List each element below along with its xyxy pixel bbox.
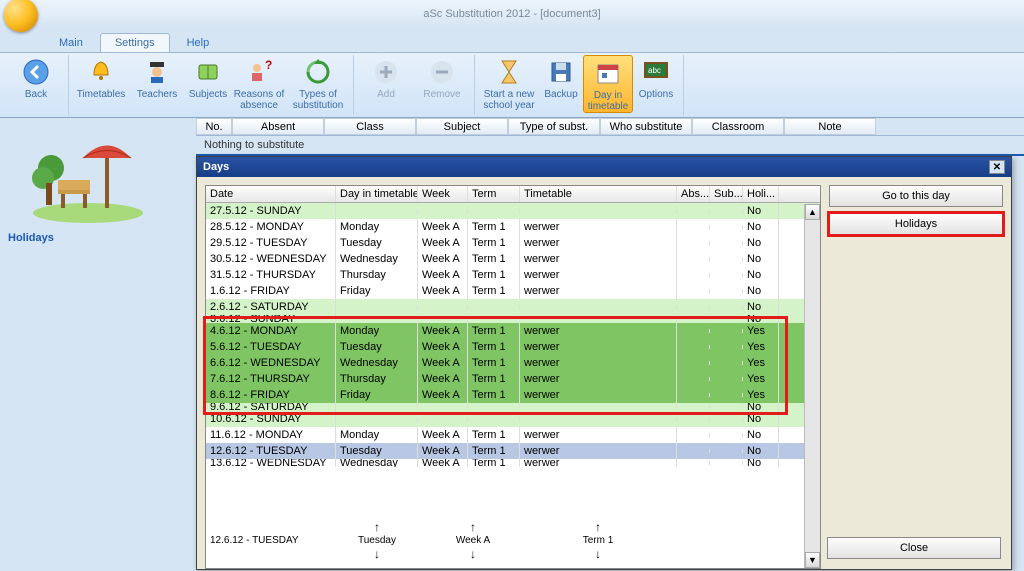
minus-icon bbox=[427, 57, 457, 87]
col-abs[interactable]: Abs... bbox=[677, 186, 710, 202]
options-button[interactable]: abcOptions bbox=[633, 55, 679, 100]
table-row[interactable]: 4.6.12 - MONDAYMondayWeek ATerm 1werwerY… bbox=[206, 323, 820, 339]
holidays-button[interactable]: Holidays bbox=[829, 213, 1003, 235]
hourglass-icon bbox=[494, 57, 524, 87]
table-row[interactable]: 2.6.12 - SATURDAYNo bbox=[206, 299, 820, 315]
teacher-icon bbox=[142, 57, 172, 87]
table-row[interactable]: 9.6.12 - SATURDAYNo bbox=[206, 403, 820, 411]
plus-icon bbox=[371, 57, 401, 87]
bg-columns: No. Absent Class Subject Type of subst. … bbox=[196, 118, 1024, 136]
remove-button: Remove bbox=[414, 55, 470, 100]
back-button[interactable]: Back bbox=[8, 55, 64, 100]
table-row[interactable]: 12.6.12 - TUESDAYTuesdayWeek ATerm 1werw… bbox=[206, 443, 820, 459]
dialog-right-buttons: Go to this day Holidays bbox=[829, 185, 1003, 569]
bgcol-absent[interactable]: Absent bbox=[232, 118, 324, 135]
close-icon[interactable]: ✕ bbox=[989, 160, 1005, 174]
table-row[interactable]: 3.6.12 - SUNDAYNo bbox=[206, 315, 820, 323]
table-row[interactable]: 10.6.12 - SUNDAYNo bbox=[206, 411, 820, 427]
nav-date: 12.6.12 - TUESDAY bbox=[210, 535, 299, 546]
col-day[interactable]: Day in timetable bbox=[336, 186, 418, 202]
svg-text:?: ? bbox=[265, 59, 272, 72]
title-bar: aSc Substitution 2012 - [document3] bbox=[0, 0, 1024, 28]
disk-icon bbox=[546, 57, 576, 87]
content-area: No. Absent Class Subject Type of subst. … bbox=[196, 118, 1024, 571]
bgcol-no[interactable]: No. bbox=[196, 118, 232, 135]
table-row[interactable]: 5.6.12 - TUESDAYTuesdayWeek ATerm 1werwe… bbox=[206, 339, 820, 355]
tab-main[interactable]: Main bbox=[44, 33, 98, 52]
holidays-scene-icon bbox=[8, 126, 168, 226]
timetables-button[interactable]: Timetables bbox=[73, 55, 129, 100]
subjects-button[interactable]: Subjects bbox=[185, 55, 231, 100]
bgcol-note[interactable]: Note bbox=[784, 118, 876, 135]
bgcol-type[interactable]: Type of subst. bbox=[508, 118, 600, 135]
bgcol-class[interactable]: Class bbox=[324, 118, 416, 135]
ribbon: Back Timetables Teachers Subjects ?Reaso… bbox=[0, 52, 1024, 118]
nav-week: Week A bbox=[456, 535, 490, 546]
tab-help[interactable]: Help bbox=[172, 33, 225, 52]
dialog-titlebar: Days ✕ bbox=[197, 157, 1011, 177]
table-row[interactable]: 30.5.12 - WEDNESDAYWednesdayWeek ATerm 1… bbox=[206, 251, 820, 267]
svg-text:abc: abc bbox=[648, 66, 661, 75]
nav-term: Term 1 bbox=[583, 535, 614, 546]
teachers-button[interactable]: Teachers bbox=[129, 55, 185, 100]
day-up-button[interactable]: ↑ bbox=[374, 521, 380, 533]
days-dialog: Days ✕ Date Day in timetable Week Term T… bbox=[196, 156, 1012, 570]
col-sub[interactable]: Sub... bbox=[710, 186, 743, 202]
back-arrow-icon bbox=[21, 57, 51, 87]
book-icon bbox=[193, 57, 223, 87]
term-down-button[interactable]: ↓ bbox=[595, 548, 601, 560]
table-row[interactable]: 27.5.12 - SUNDAYNo bbox=[206, 203, 820, 219]
nav-row: 12.6.12 - TUESDAY ↑ Tuesday ↓ ↑ Week A ↓ bbox=[206, 503, 820, 568]
scroll-down-button[interactable]: ▼ bbox=[805, 552, 820, 568]
day-in-timetable-button[interactable]: Day in timetable bbox=[583, 55, 633, 113]
types-button[interactable]: Types of substitution bbox=[287, 55, 349, 111]
add-button: Add bbox=[358, 55, 414, 100]
backup-button[interactable]: Backup bbox=[539, 55, 583, 100]
dialog-title: Days bbox=[203, 161, 229, 173]
goto-day-button[interactable]: Go to this day bbox=[829, 185, 1003, 207]
bg-nothing-msg: Nothing to substitute bbox=[196, 136, 1024, 156]
term-up-button[interactable]: ↑ bbox=[595, 521, 601, 533]
bgcol-subject[interactable]: Subject bbox=[416, 118, 508, 135]
close-button[interactable]: Close bbox=[827, 537, 1001, 559]
table-row[interactable]: 31.5.12 - THURSDAYThursdayWeek ATerm 1we… bbox=[206, 267, 820, 283]
table-row[interactable]: 29.5.12 - TUESDAYTuesdayWeek ATerm 1werw… bbox=[206, 235, 820, 251]
week-up-button[interactable]: ↑ bbox=[470, 521, 476, 533]
side-panel: Holidays bbox=[0, 118, 196, 571]
new-year-button[interactable]: Start a new school year bbox=[479, 55, 539, 111]
recycle-icon bbox=[303, 57, 333, 87]
col-timetable[interactable]: Timetable bbox=[520, 186, 677, 202]
days-grid[interactable]: Date Day in timetable Week Term Timetabl… bbox=[205, 185, 821, 569]
workspace: Holidays No. Absent Class Subject Type o… bbox=[0, 118, 1024, 571]
col-term[interactable]: Term bbox=[468, 186, 520, 202]
grid-scrollbar[interactable]: ▲ ▼ bbox=[804, 204, 820, 568]
menu-bar: Main Settings Help bbox=[0, 28, 1024, 52]
grid-header: Date Day in timetable Week Term Timetabl… bbox=[206, 186, 820, 203]
col-hol[interactable]: Holi... bbox=[743, 186, 779, 202]
table-row[interactable]: 6.6.12 - WEDNESDAYWednesdayWeek ATerm 1w… bbox=[206, 355, 820, 371]
week-down-button[interactable]: ↓ bbox=[470, 548, 476, 560]
calendar-day-icon bbox=[593, 58, 623, 88]
day-down-button[interactable]: ↓ bbox=[374, 548, 380, 560]
col-week[interactable]: Week bbox=[418, 186, 468, 202]
person-question-icon: ? bbox=[244, 57, 274, 87]
scroll-up-button[interactable]: ▲ bbox=[805, 204, 820, 220]
table-row[interactable]: 13.6.12 - WEDNESDAYWednesdayWeek ATerm 1… bbox=[206, 459, 820, 467]
table-row[interactable]: 28.5.12 - MONDAYMondayWeek ATerm 1werwer… bbox=[206, 219, 820, 235]
bgcol-classroom[interactable]: Classroom bbox=[692, 118, 784, 135]
reasons-button[interactable]: ?Reasons of absence bbox=[231, 55, 287, 111]
col-date[interactable]: Date bbox=[206, 186, 336, 202]
blackboard-icon: abc bbox=[641, 57, 671, 87]
table-row[interactable]: 11.6.12 - MONDAYMondayWeek ATerm 1werwer… bbox=[206, 427, 820, 443]
nav-day: Tuesday bbox=[358, 535, 396, 546]
side-label-holidays: Holidays bbox=[8, 232, 188, 244]
table-row[interactable]: 7.6.12 - THURSDAYThursdayWeek ATerm 1wer… bbox=[206, 371, 820, 387]
bell-icon bbox=[86, 57, 116, 87]
grid-body[interactable]: 27.5.12 - SUNDAYNo28.5.12 - MONDAYMonday… bbox=[206, 203, 820, 467]
tab-settings[interactable]: Settings bbox=[100, 33, 170, 52]
table-row[interactable]: 8.6.12 - FRIDAYFridayWeek ATerm 1werwerY… bbox=[206, 387, 820, 403]
app-title: aSc Substitution 2012 - [document3] bbox=[423, 8, 600, 20]
table-row[interactable]: 1.6.12 - FRIDAYFridayWeek ATerm 1werwerN… bbox=[206, 283, 820, 299]
bgcol-who[interactable]: Who substitute bbox=[600, 118, 692, 135]
